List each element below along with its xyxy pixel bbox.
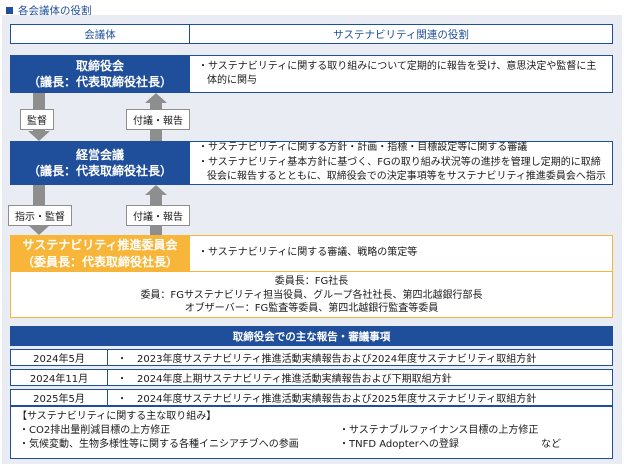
management-meeting-box: 経営会議 （議長：代表取締役社長） [10,141,190,185]
members-list: 委員：FGサステナビリティ担当役員、グループ各社社長、第四北越銀行部長 [140,289,483,301]
committee-members: 委員長：FG社長 委員：FGサステナビリティ担当役員、グループ各社社長、第四北越… [10,271,613,318]
sus-role-item: サステナビリティに関する審議、戦略の策定等 [198,246,417,261]
meeting-date: 2025年5月 [11,390,108,405]
meeting-date: 2024年5月 [11,350,108,365]
board-of-directors-box: 取締役会 （議長：代表取締役社長） [10,55,190,93]
table-row: 2025年5月 ・ 2024年度サステナビリティ推進活動実績報告および2025年… [10,389,613,406]
meeting-item: ・ 2024年度サステナビリティ推進活動実績報告および2025年度サステナビリテ… [117,394,537,405]
mgmt-name: 経営会議 [75,147,124,162]
management-role-box: サステナビリティに関する方針・計画・指標・目標設定等に関する審議 サステナビリテ… [189,141,613,185]
sus-chair: （委員長：代表取締役社長） [21,254,178,269]
instruction-label: 指示・監督 [8,205,72,226]
meeting-date: 2024年11月 [11,370,108,385]
members-observers: オブザーバー：FG監査等委員、第四北越銀行監査等委員 [184,303,439,314]
initiative-item: ・TNFD Adopterへの登録 [339,439,459,450]
board-chair: （議長：代表取締役社長） [27,75,172,89]
table-row: 2024年5月 ・ 2023年度サステナビリティ推進活動実績報告および2024年… [10,349,613,366]
board-role-box: サステナビリティに関する取り組みについて定期的に報告を受け、意思決定や監督に主体… [189,55,613,93]
square-bullet-icon [6,7,13,14]
table-row: 2024年11月 ・ 2024年度上期サステナビリティ推進活動実績報告および下期… [10,369,613,386]
mgmt-role-item: サステナビリティに関する方針・計画・指標・目標設定等に関する審議 [198,141,606,156]
sustainability-committee-box: サステナビリティ推進委員会 （委員長：代表取締役社長） [10,235,190,272]
mgmt-role-item: サステナビリティ基本方針に基づく、FGの取り組み状況等の進捗を管理し定期的に取締… [198,156,606,185]
supervision-label: 監督 [20,109,54,130]
initiative-item: ・気候変動、生物多様性等に関する各種イニシアチブへの参画 [19,439,299,450]
board-name: 取締役会 [75,58,124,73]
meeting-item: ・ 2023年度サステナビリティ推進活動実績報告および2024年度サステナビリテ… [117,354,537,365]
meeting-item: ・ 2024年度上期サステナビリティ推進活動実績報告および下期取組方針 [117,374,452,385]
members-chair: 委員長：FG社長 [274,276,349,287]
sustainability-role-box: サステナビリティに関する審議、戦略の策定等 [189,235,613,272]
board-role-item: サステナビリティに関する取り組みについて定期的に報告を受け、意思決定や監督に主体… [198,60,606,89]
mgmt-chair: （議長：代表取締役社長） [27,164,172,178]
sus-name: サステナビリティ推進委員会 [22,238,178,253]
report-label-1: 付議・報告 [126,109,190,130]
initiatives-etc: など [541,439,561,450]
header-role: サステナビリティ関連の役割 [189,24,613,44]
initiatives-title: 【サステナビリティに関する主な取り組み】 [17,411,217,422]
initiatives-box: 【サステナビリティに関する主な取り組み】 ・CO2排出量削減目標の上方修正 ・サ… [10,406,613,459]
meetings-title: 取締役会での主な報告・審議事項 [10,326,613,346]
initiative-item: ・サステナブルファイナンス目標の上方修正 [339,425,539,436]
initiative-item: ・CO2排出量削減目標の上方修正 [19,425,171,436]
header-meeting-body: 会議体 [10,24,190,44]
report-label-2: 付議・報告 [126,205,190,226]
